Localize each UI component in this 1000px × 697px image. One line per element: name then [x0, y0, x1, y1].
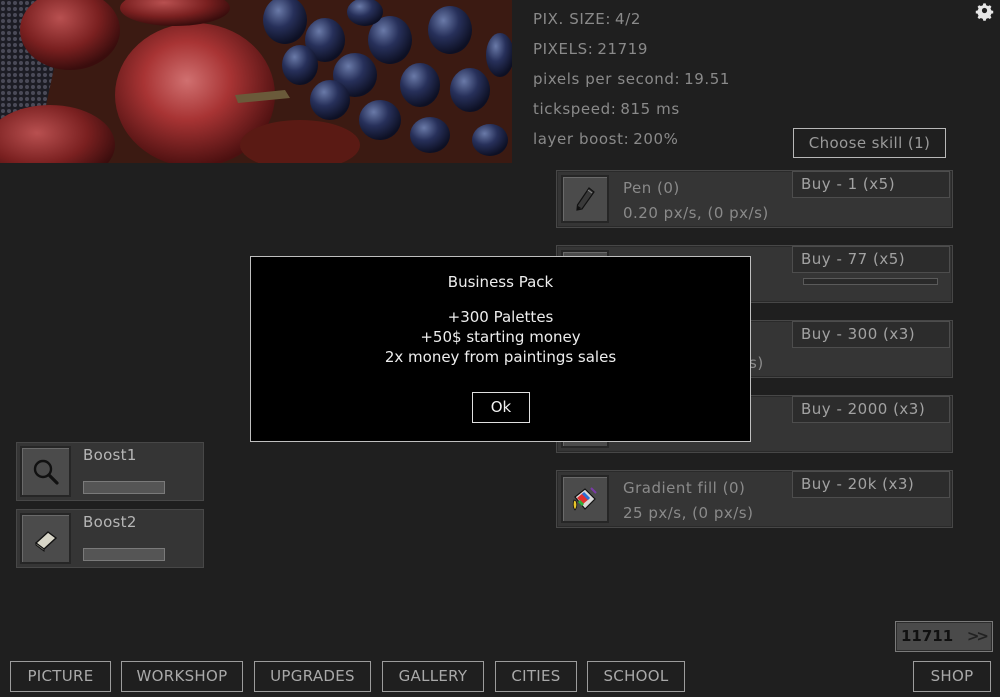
buy-gradient-fill-button[interactable]: Buy - 20k (x3) — [792, 471, 950, 498]
stat-pixels-value: 21719 — [597, 40, 649, 58]
stat-pps-label: pixels per second: — [533, 70, 681, 88]
buy-pen-button[interactable]: Buy - 1 (x5) — [792, 171, 950, 198]
modal-line: +300 Palettes — [447, 308, 554, 326]
modal-title: Business Pack — [447, 273, 554, 291]
stat-layer-boost: layer boost: 200% — [533, 130, 679, 148]
boost-1: Boost1 — [16, 442, 204, 501]
nav-tab-upgrades[interactable]: UPGRADES — [254, 661, 371, 692]
buy-tool-4-button[interactable]: Buy - 2000 (x3) — [792, 396, 950, 423]
tool-rate: s) — [749, 354, 764, 372]
stat-tickspeed: tickspeed: 815 ms — [533, 100, 680, 118]
tool-rate: 25 px/s, (0 px/s) — [623, 504, 754, 522]
tool-name: Gradient fill (0) — [623, 479, 746, 497]
choose-skill-button[interactable]: Choose skill (1) — [793, 128, 946, 158]
nav-tab-shop[interactable]: SHOP — [913, 661, 991, 692]
gradient-fill-icon[interactable] — [561, 475, 609, 523]
tool-row-gradient-fill: Gradient fill (0) 25 px/s, (0 px/s) Buy … — [556, 470, 953, 528]
nav-tab-picture[interactable]: PICTURE — [10, 661, 111, 692]
buy-tool-3-button[interactable]: Buy - 300 (x3) — [792, 321, 950, 348]
boost-1-progress-bar — [83, 481, 165, 494]
tool-rate: 0.20 px/s, (0 px/s) — [623, 204, 769, 222]
nav-tab-workshop[interactable]: WORKSHOP — [121, 661, 243, 692]
buy-tool-2-button[interactable]: Buy - 77 (x5) — [792, 246, 950, 273]
stat-pixels-label: PIXELS: — [533, 40, 594, 58]
painting-canvas — [0, 0, 512, 163]
nav-tab-gallery[interactable]: GALLERY — [382, 661, 484, 692]
stat-pixels-per-second: pixels per second: 19.51 — [533, 70, 730, 88]
modal-line: +50$ starting money — [420, 328, 581, 346]
double-chevron-right-icon: >> — [966, 627, 989, 645]
money-counter-button[interactable]: 11711 >> — [895, 621, 993, 652]
stat-tickspeed-label: tickspeed: — [533, 100, 617, 118]
nav-tab-school[interactable]: SCHOOL — [587, 661, 685, 692]
stat-pps-value: 19.51 — [684, 70, 731, 88]
tool-2-progress-bar — [803, 278, 938, 285]
boost-2: Boost2 — [16, 509, 204, 568]
money-counter-value: 11711 — [901, 627, 954, 645]
boost-2-label: Boost2 — [83, 513, 137, 531]
magnifier-icon[interactable] — [20, 446, 71, 497]
eraser-icon[interactable] — [20, 513, 71, 564]
ok-button[interactable]: Ok — [472, 392, 530, 423]
boost-2-progress-bar — [83, 548, 165, 561]
stat-pix-size-label: PIX. SIZE: — [533, 10, 612, 28]
tool-name: Pen (0) — [623, 179, 680, 197]
business-pack-modal: Business Pack +300 Palettes +50$ startin… — [250, 256, 751, 442]
stat-pixels: PIXELS: 21719 — [533, 40, 648, 58]
tool-row-pen: Pen (0) 0.20 px/s, (0 px/s) Buy - 1 (x5) — [556, 170, 953, 228]
stat-pix-size-value: 4/2 — [615, 10, 641, 28]
stat-layer-boost-label: layer boost: — [533, 130, 630, 148]
stat-tickspeed-value: 815 ms — [620, 100, 680, 118]
gear-icon[interactable] — [975, 1, 997, 23]
stat-layer-boost-value: 200% — [633, 130, 679, 148]
pen-icon[interactable] — [561, 175, 609, 223]
stat-pix-size: PIX. SIZE: 4/2 — [533, 10, 641, 28]
modal-line: 2x money from paintings sales — [384, 348, 617, 366]
nav-tab-cities[interactable]: CITIES — [495, 661, 577, 692]
boost-1-label: Boost1 — [83, 446, 137, 464]
